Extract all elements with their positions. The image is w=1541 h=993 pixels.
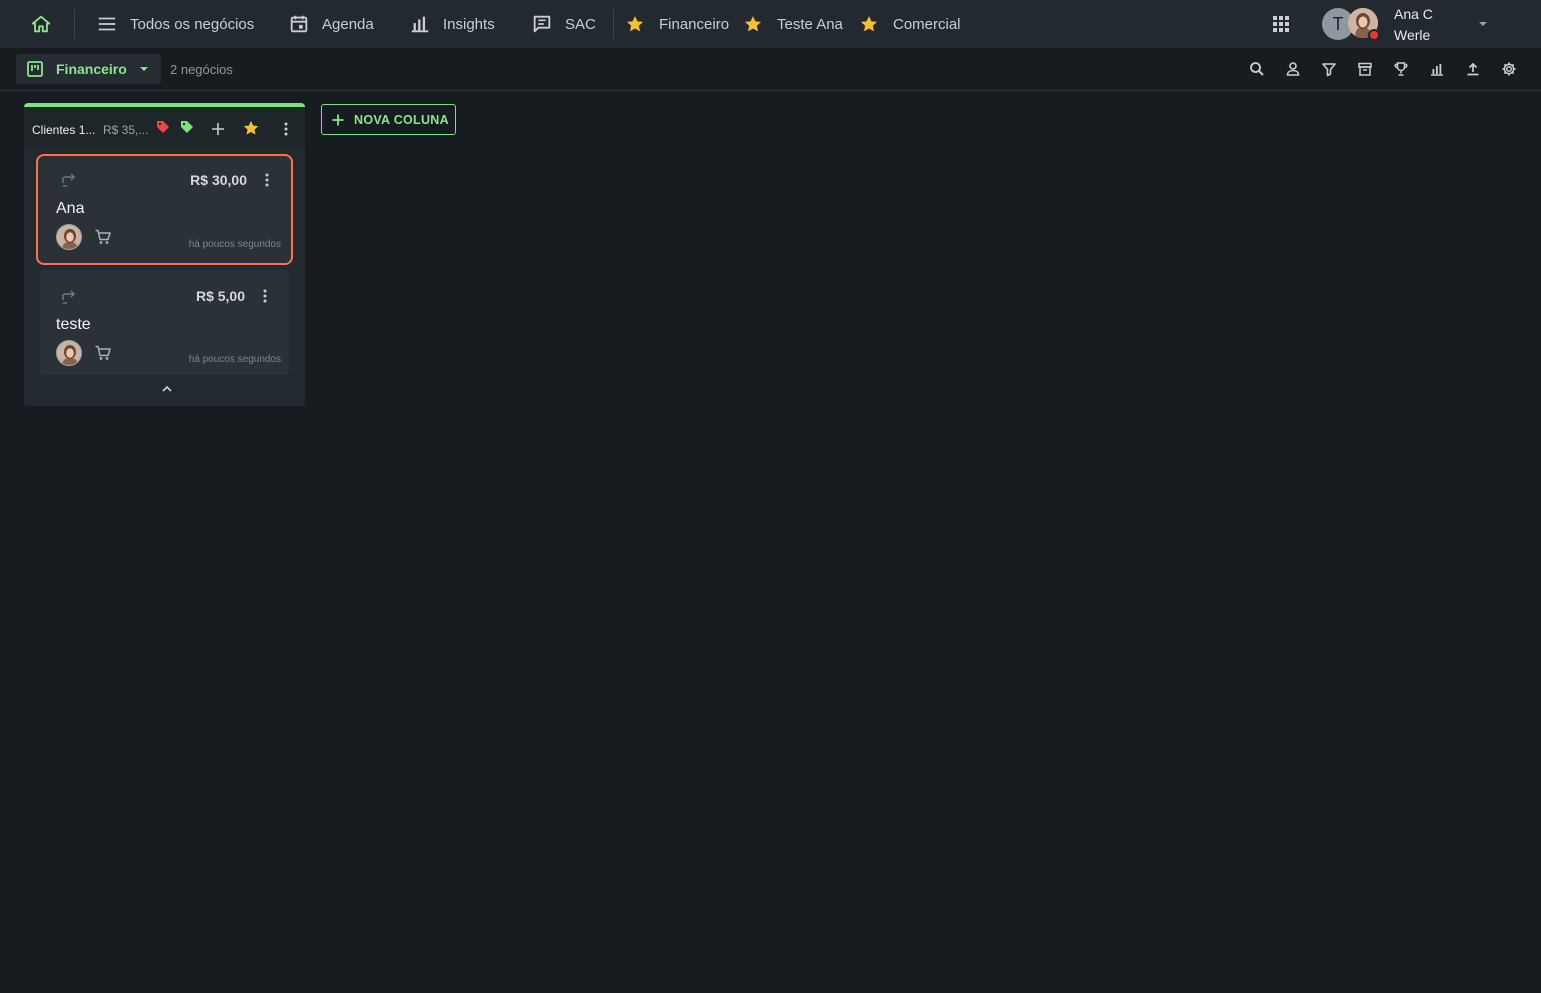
chevron-up-icon (162, 385, 172, 392)
nav-item-label: Agenda (322, 15, 374, 33)
deal-timestamp: há poucos segundos (188, 239, 281, 250)
favorite-financeiro[interactable]: Financeiro (624, 0, 729, 48)
column-favorite-button[interactable] (242, 119, 260, 137)
nav-item-agenda[interactable]: Agenda (288, 0, 374, 48)
column-total: R$ 35,... (103, 123, 149, 137)
search-button[interactable] (1248, 60, 1266, 78)
cart-icon[interactable] (94, 344, 112, 362)
archive-button[interactable] (1356, 60, 1374, 78)
star-icon (742, 13, 764, 35)
deal-value: R$ 30,00 (190, 172, 247, 188)
nav-item-insights[interactable]: Insights (409, 0, 495, 48)
home-button[interactable] (28, 11, 54, 37)
top-navigation-bar: Todos os negócios Agenda Insights SAC Fi… (0, 0, 1541, 48)
favorite-label: Financeiro (659, 15, 730, 33)
cart-icon[interactable] (94, 228, 112, 246)
owner-filter-button[interactable] (1284, 60, 1302, 78)
more-vertical-icon (263, 289, 267, 303)
collapse-column-button[interactable] (159, 383, 175, 395)
apps-grid-icon (1273, 16, 1289, 32)
deal-owner-avatar[interactable] (56, 340, 82, 366)
reports-button[interactable] (1428, 60, 1446, 78)
favorite-label: Comercial (893, 15, 961, 33)
nav-divider (613, 10, 614, 38)
trophy-icon (1394, 62, 1408, 76)
deal-title: Ana (56, 200, 85, 217)
pipeline-move-icon (60, 290, 78, 306)
new-column-button[interactable]: NOVA COLUNA (321, 104, 456, 135)
plus-icon (331, 113, 345, 127)
nav-item-label: Insights (443, 15, 495, 33)
more-vertical-icon (265, 173, 269, 187)
status-indicator (1368, 29, 1380, 41)
person-icon (1286, 62, 1300, 76)
calendar-icon (288, 13, 310, 35)
home-icon (31, 15, 51, 33)
column-header[interactable]: Clientes 1... R$ 35,... (24, 107, 305, 147)
pipeline-name: Financeiro (56, 61, 127, 77)
deal-more-button[interactable] (259, 287, 271, 305)
pipeline-move-icon (60, 173, 78, 189)
filter-icon (1322, 63, 1336, 77)
pipeline-toolbar: Financeiro 2 negócios (0, 48, 1541, 91)
star-icon (858, 13, 880, 35)
favorite-teste-ana[interactable]: Teste Ana (742, 0, 843, 48)
deal-more-button[interactable] (261, 171, 273, 189)
goals-button[interactable] (1392, 60, 1410, 78)
deal-card[interactable]: R$ 5,00 teste há poucos segundos (40, 270, 289, 375)
caret-down-icon (1479, 22, 1487, 26)
green-tag-icon[interactable] (178, 118, 196, 136)
gear-icon (1502, 62, 1516, 76)
plus-icon (212, 123, 224, 135)
apps-grid-button[interactable] (1270, 13, 1292, 35)
more-vertical-icon (284, 122, 288, 136)
export-button[interactable] (1464, 60, 1482, 78)
archive-icon (1358, 62, 1372, 76)
favorite-label: Teste Ana (777, 15, 843, 33)
kanban-icon (26, 60, 44, 78)
user-name[interactable]: Ana C Werle (1394, 4, 1464, 46)
caret-down-icon (138, 64, 150, 74)
column-more-button[interactable] (277, 120, 295, 138)
deal-owner-avatar[interactable] (56, 224, 82, 250)
column-title: Clientes 1... (32, 123, 96, 137)
pipeline-column: Clientes 1... R$ 35,... R$ 30,00 Ana há … (24, 103, 305, 406)
search-icon (1250, 62, 1264, 76)
add-deal-button[interactable] (209, 120, 227, 138)
chat-icon (531, 13, 553, 35)
menu-icon (96, 13, 118, 35)
deal-count: 2 negócios (170, 62, 233, 77)
star-icon (243, 120, 259, 135)
nav-item-sac[interactable]: SAC (531, 0, 596, 48)
user-photo-icon (57, 225, 81, 249)
settings-button[interactable] (1500, 60, 1518, 78)
deal-title: teste (56, 316, 91, 333)
nav-item-label: Todos os negócios (130, 15, 255, 33)
filter-button[interactable] (1320, 60, 1338, 78)
red-tag-icon[interactable] (154, 118, 172, 136)
nav-item-todos-os-negocios[interactable]: Todos os negócios (96, 0, 254, 48)
nav-divider (74, 10, 75, 38)
pipeline-selector[interactable]: Financeiro (16, 54, 161, 84)
deal-value: R$ 5,00 (195, 288, 245, 304)
user-menu-caret[interactable] (1476, 18, 1490, 30)
deal-timestamp: há poucos segundos (188, 354, 281, 365)
deal-card[interactable]: R$ 30,00 Ana há poucos segundos (36, 154, 293, 265)
new-column-label: NOVA COLUNA (354, 113, 449, 127)
nav-item-label: SAC (565, 15, 596, 33)
favorite-comercial[interactable]: Comercial (858, 0, 961, 48)
user-photo-icon (57, 341, 81, 365)
upload-icon (1467, 62, 1479, 76)
star-icon (624, 13, 646, 35)
column-body: R$ 30,00 Ana há poucos segundos R$ 5,00 … (24, 147, 305, 406)
bar-chart-icon (409, 13, 431, 35)
bar-chart-icon (1431, 64, 1443, 76)
